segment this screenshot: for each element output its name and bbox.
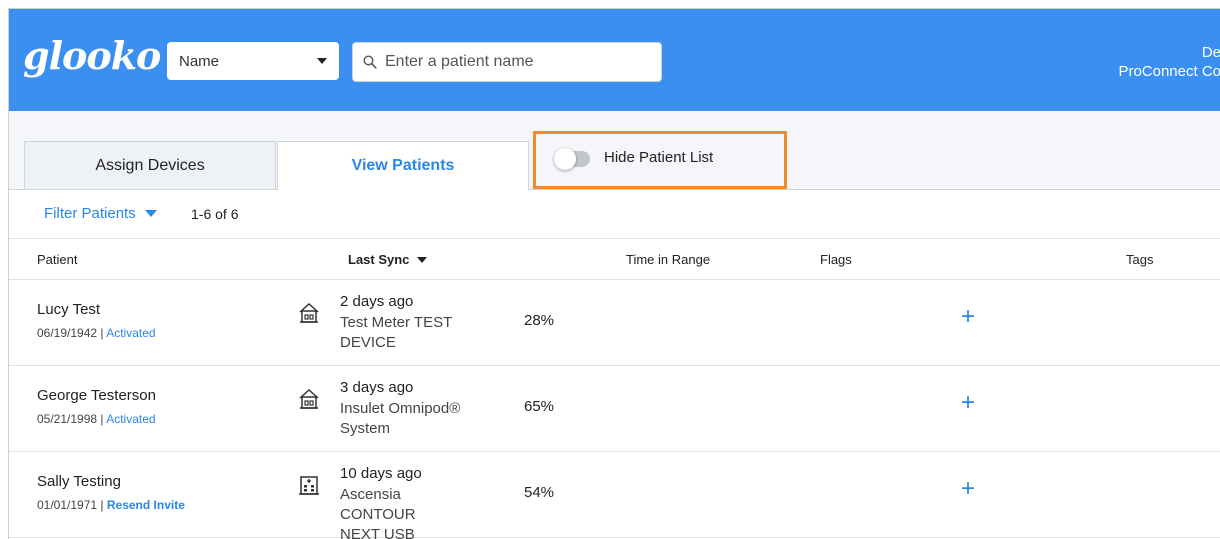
organization-name: ProConnect Co bbox=[1118, 63, 1220, 80]
search-type-select[interactable]: Name bbox=[167, 42, 339, 80]
resend-invite-link[interactable]: Resend Invite bbox=[107, 498, 185, 512]
column-last-sync[interactable]: Last Sync bbox=[348, 252, 428, 267]
table-row[interactable]: Lucy Test 06/19/1942 | Activated 2 days … bbox=[9, 279, 1220, 366]
table-row[interactable]: Sally Testing 01/01/1971 | Resend Invite… bbox=[9, 451, 1220, 539]
tab-bar: Assign Devices View Patients Hide Patien… bbox=[9, 111, 1220, 190]
patient-dob: 01/01/1971 bbox=[37, 498, 98, 512]
last-sync-time: 2 days ago bbox=[340, 293, 414, 310]
result-count: 1-6 of 6 bbox=[191, 206, 239, 222]
patient-search-box[interactable] bbox=[352, 42, 662, 82]
add-flag-button[interactable]: + bbox=[961, 389, 975, 417]
filter-patients-label: Filter Patients bbox=[44, 205, 136, 222]
device-name-line1: Ascensia CONTOUR bbox=[340, 486, 416, 523]
account-info[interactable]: De ProConnect Co bbox=[1118, 43, 1220, 81]
sync-device: Test Meter TEST DEVICE bbox=[340, 313, 480, 353]
time-in-range-value: 28% bbox=[524, 312, 555, 329]
hide-patient-list-highlight: Hide Patient List bbox=[533, 131, 787, 189]
table-header: Patient Last Sync Time in Range Flags Ta… bbox=[9, 238, 1220, 280]
device-name-line2: System bbox=[340, 420, 391, 437]
search-type-value: Name bbox=[179, 52, 220, 70]
filter-row: Filter Patients 1-6 of 6 bbox=[9, 190, 1220, 238]
patient-name[interactable]: Lucy Test bbox=[37, 301, 100, 318]
column-patient: Patient bbox=[37, 252, 78, 267]
column-last-sync-label: Last Sync bbox=[348, 252, 410, 267]
column-time-in-range: Time in Range bbox=[626, 252, 711, 267]
chevron-down-icon bbox=[317, 58, 327, 64]
glooko-logo[interactable]: glooko bbox=[23, 33, 161, 78]
add-flag-button[interactable]: + bbox=[961, 475, 975, 503]
user-name: De bbox=[1201, 44, 1220, 61]
sort-down-icon bbox=[417, 256, 428, 263]
patient-details: 06/19/1942 | Activated bbox=[37, 326, 156, 340]
patient-dob: 06/19/1942 bbox=[37, 326, 98, 340]
toggle-knob bbox=[554, 148, 576, 170]
patient-name[interactable]: Sally Testing bbox=[37, 473, 121, 490]
column-flags: Flags bbox=[820, 252, 852, 267]
patient-details: 05/21/1998 | Activated bbox=[37, 412, 156, 426]
patient-name[interactable]: George Testerson bbox=[37, 387, 156, 404]
patient-dob: 05/21/1998 bbox=[37, 412, 98, 426]
tab-assign-devices[interactable]: Assign Devices bbox=[24, 141, 276, 189]
home-icon bbox=[299, 388, 319, 409]
patient-search-input[interactable] bbox=[383, 52, 647, 72]
device-name-line1: Insulet Omnipod® bbox=[340, 400, 461, 417]
patient-status-link[interactable]: Activated bbox=[106, 326, 155, 340]
hide-patient-list-label: Hide Patient List bbox=[604, 149, 714, 166]
device-name-line2: DEVICE bbox=[340, 334, 396, 351]
patient-details: 01/01/1971 | Resend Invite bbox=[37, 498, 185, 512]
last-sync-time: 10 days ago bbox=[340, 465, 422, 482]
column-tags: Tags bbox=[1126, 252, 1154, 267]
device-name-line1: Test Meter TEST bbox=[340, 314, 453, 331]
hide-patient-list-toggle[interactable] bbox=[554, 148, 590, 170]
app-frame: glooko Name De ProConnect Co Assign Devi… bbox=[8, 8, 1220, 539]
add-flag-button[interactable]: + bbox=[961, 303, 975, 331]
clinic-building-icon bbox=[299, 476, 319, 495]
search-icon bbox=[363, 55, 377, 69]
time-in-range-value: 54% bbox=[524, 484, 555, 501]
home-icon bbox=[299, 302, 319, 323]
last-sync-time: 3 days ago bbox=[340, 379, 414, 396]
caret-down-icon bbox=[144, 210, 157, 217]
patient-status-link[interactable]: Activated bbox=[106, 412, 155, 426]
tab-view-patients[interactable]: View Patients bbox=[277, 141, 529, 190]
time-in-range-value: 65% bbox=[524, 398, 555, 415]
filter-patients-button[interactable]: Filter Patients bbox=[44, 205, 157, 222]
table-row[interactable]: George Testerson 05/21/1998 | Activated … bbox=[9, 365, 1220, 452]
top-header: glooko Name De ProConnect Co bbox=[9, 9, 1220, 111]
sync-device: Ascensia CONTOUR NEXT USB bbox=[340, 485, 480, 539]
sync-device: Insulet Omnipod® System bbox=[340, 399, 480, 439]
device-name-line2: NEXT USB bbox=[340, 526, 415, 539]
